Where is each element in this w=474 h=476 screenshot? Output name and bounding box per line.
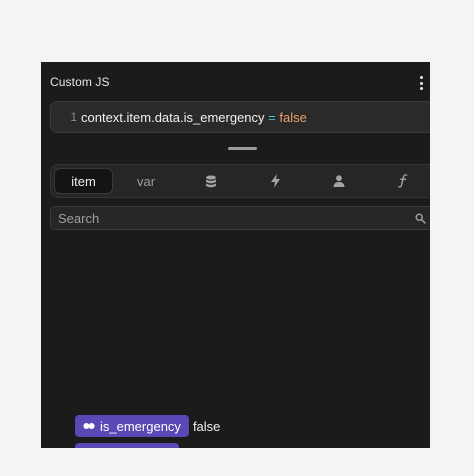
code-operator: = [264,109,280,125]
code-editor[interactable]: 1 context.item.data.is_emergency = false [50,101,430,133]
custom-js-panel: Custom JS 1 context.item.data.is_emergen… [41,62,430,448]
search-icon [415,213,426,224]
search-input[interactable] [51,207,430,229]
line-number: 1 [70,110,77,124]
result-row: is_emergency false [75,415,220,437]
tab-var-label: var [136,173,156,189]
user-icon [333,175,345,187]
tab-events[interactable] [251,168,299,194]
tab-var[interactable]: var [122,168,170,194]
function-icon [398,174,408,188]
search-box [50,206,430,230]
tab-item-label: item [71,173,96,189]
variable-value: false [192,418,221,434]
resize-handle[interactable] [228,147,257,150]
tab-item[interactable]: item [54,168,113,194]
tab-database[interactable] [187,168,235,194]
variable-name: is_emergency [100,418,181,434]
tab-functions[interactable] [379,168,427,194]
variable-chip-partial[interactable] [75,443,179,448]
tab-user[interactable] [315,168,363,194]
toggle-icon [83,423,95,429]
code-expression: context.item.data.is_emergency [81,109,265,125]
database-icon [206,175,216,187]
code-value: false [279,109,307,125]
lightning-icon [270,174,280,188]
panel-header: Custom JS [41,62,430,100]
variable-chip[interactable]: is_emergency [75,415,189,437]
more-options-icon[interactable] [418,76,424,90]
tab-bar: item var [50,164,430,198]
panel-title: Custom JS [50,75,110,89]
